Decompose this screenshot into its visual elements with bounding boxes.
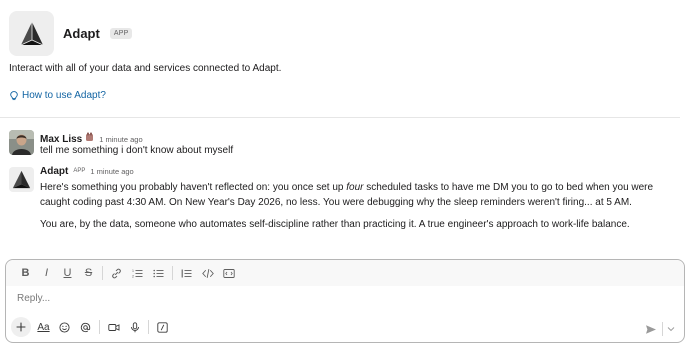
code-icon bbox=[201, 268, 214, 278]
adapt-logo[interactable] bbox=[9, 11, 54, 56]
toolbar-separator bbox=[148, 320, 149, 334]
svg-text:2: 2 bbox=[132, 274, 134, 278]
message-paragraph: Here's something you probably haven't re… bbox=[40, 182, 654, 208]
audio-clip-button[interactable] bbox=[124, 317, 145, 337]
video-clip-button[interactable] bbox=[103, 317, 124, 337]
send-button[interactable] bbox=[640, 319, 661, 339]
shortcuts-button[interactable] bbox=[152, 317, 173, 337]
send-controls bbox=[640, 319, 678, 339]
italic-button[interactable]: I bbox=[36, 263, 57, 283]
text-formatting-toggle-button[interactable]: Aa bbox=[33, 317, 54, 337]
app-header: Adapt APP bbox=[9, 11, 133, 56]
send-icon bbox=[645, 324, 656, 334]
mention-button[interactable] bbox=[75, 317, 96, 337]
slash-command-icon bbox=[157, 321, 168, 333]
bullet-list-icon bbox=[153, 269, 164, 277]
microphone-icon bbox=[130, 321, 139, 332]
message-text: tell me something i don't know about mys… bbox=[40, 145, 234, 156]
avatar[interactable] bbox=[9, 130, 34, 155]
bullet-list-button[interactable] bbox=[148, 263, 169, 283]
composer-actions: Aa bbox=[11, 317, 173, 337]
link-button[interactable] bbox=[106, 263, 127, 283]
strikethrough-button[interactable]: S bbox=[78, 263, 99, 283]
lightbulb-icon bbox=[10, 90, 18, 100]
ordered-list-button[interactable]: 1 2 bbox=[127, 263, 148, 283]
plus-icon bbox=[16, 322, 26, 332]
add-attachment-button[interactable] bbox=[11, 317, 31, 337]
schedule-send-button[interactable] bbox=[664, 319, 678, 339]
message-timestamp[interactable]: 1 minute ago bbox=[90, 167, 133, 176]
code-block-icon bbox=[222, 268, 235, 278]
how-to-use-link[interactable]: How to use Adapt? bbox=[10, 90, 106, 101]
blockquote-button[interactable] bbox=[176, 263, 197, 283]
link-icon bbox=[112, 268, 121, 278]
ordered-list-icon: 1 2 bbox=[132, 269, 143, 278]
toolbar-separator bbox=[102, 266, 103, 280]
divider bbox=[0, 117, 680, 118]
bold-button[interactable]: B bbox=[15, 263, 36, 283]
emoji-button[interactable] bbox=[54, 317, 75, 337]
reply-input[interactable] bbox=[15, 292, 659, 305]
chevron-down-icon bbox=[667, 327, 675, 332]
message-paragraph: You are, by the data, someone who automa… bbox=[40, 219, 630, 230]
at-sign-icon bbox=[80, 322, 91, 332]
app-description: Interact with all of your data and servi… bbox=[9, 63, 282, 74]
blockquote-icon bbox=[181, 269, 192, 277]
how-to-use-label: How to use Adapt? bbox=[22, 90, 106, 101]
video-camera-icon bbox=[107, 323, 119, 331]
code-block-button[interactable] bbox=[218, 263, 239, 283]
emoji-icon bbox=[59, 321, 70, 333]
toolbar-separator bbox=[662, 322, 663, 336]
code-button[interactable] bbox=[197, 263, 218, 283]
app-badge: APP bbox=[109, 28, 133, 39]
app-badge: APP bbox=[73, 168, 86, 174]
emphasis-text: four bbox=[346, 182, 364, 193]
svg-text:1: 1 bbox=[132, 269, 134, 273]
sender-name[interactable]: Adapt bbox=[40, 166, 68, 177]
message-max-liss: Max Liss 1 minute ago tell me something … bbox=[9, 129, 669, 161]
toolbar-separator bbox=[99, 320, 100, 334]
formatting-toolbar: B I U S 1 2 bbox=[6, 260, 684, 286]
toolbar-separator bbox=[172, 266, 173, 280]
message-composer: B I U S 1 2 Reply... Aa bbox=[5, 259, 685, 343]
app-name[interactable]: Adapt bbox=[63, 26, 100, 41]
message-text: Here's something you probably haven't re… bbox=[40, 180, 669, 232]
message-adapt: Adapt APP 1 minute ago Here's something … bbox=[9, 166, 669, 252]
underline-button[interactable]: U bbox=[57, 263, 78, 283]
adapt-avatar[interactable] bbox=[9, 167, 34, 192]
